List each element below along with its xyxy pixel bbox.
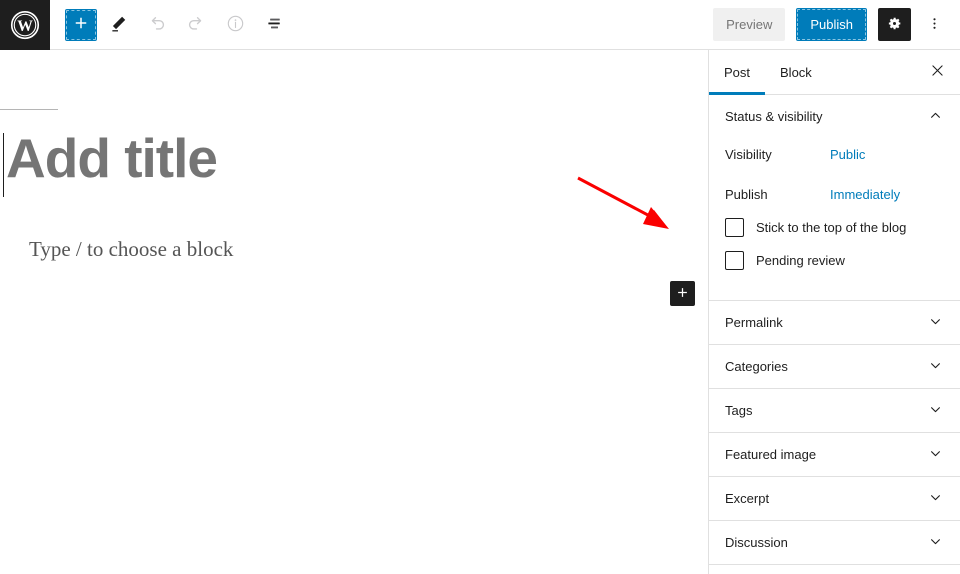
chevron-up-icon [927,107,944,127]
panel-title: Excerpt [725,491,927,506]
three-dots-vertical-icon [926,15,943,35]
pencil-icon [108,13,129,37]
redo-button[interactable] [178,7,214,43]
undo-button[interactable] [139,7,175,43]
sticky-post-label[interactable]: Stick to the top of the blog [756,220,906,235]
wordpress-block-editor: W [0,0,960,574]
preview-button[interactable]: Preview [713,8,785,41]
panel-tags-header[interactable]: Tags [709,389,960,432]
gear-icon [885,14,904,36]
panel-title: Featured image [725,447,927,462]
chevron-down-icon [927,445,944,465]
sidebar-tabs: Post Block [709,50,960,95]
info-circle-icon [225,13,246,37]
panel-categories: Categories [709,345,960,389]
pending-review-row: Pending review [725,251,944,270]
more-options-button[interactable] [922,8,946,41]
plus-icon [72,14,90,35]
add-block-button[interactable] [65,9,97,41]
details-button[interactable] [217,7,253,43]
settings-button[interactable] [878,8,911,41]
panel-title: Categories [725,359,927,374]
panel-title: Discussion [725,535,927,550]
svg-text:W: W [17,17,33,34]
sticky-post-checkbox[interactable] [725,218,744,237]
tools-button[interactable] [100,7,136,43]
undo-arrow-icon [146,12,168,37]
text-cursor [3,133,4,197]
panel-status-visibility-body: Visibility Public Publish Immediately St… [709,138,960,300]
pending-review-label[interactable]: Pending review [756,253,845,268]
panel-status-visibility-header[interactable]: Status & visibility [709,95,960,138]
list-view-icon [264,13,285,37]
chevron-down-icon [927,489,944,509]
visibility-row: Visibility Public [725,138,944,170]
publish-row: Publish Immediately [725,178,944,210]
close-x-icon [929,62,946,82]
sticky-post-row: Stick to the top of the blog [725,218,944,237]
panel-status-visibility: Status & visibility Visibility Public Pu… [709,95,960,301]
block-inserter-button[interactable] [670,281,695,306]
panel-excerpt-header[interactable]: Excerpt [709,477,960,520]
tab-post[interactable]: Post [709,50,765,94]
post-title-input[interactable]: Add title [6,128,217,189]
toolbar-left-group [50,7,292,43]
visibility-label: Visibility [725,147,830,162]
visibility-value-button[interactable]: Public [830,147,865,162]
tab-block[interactable]: Block [765,50,827,94]
panel-categories-header[interactable]: Categories [709,345,960,388]
panel-featured-image-header[interactable]: Featured image [709,433,960,476]
panel-permalink-header[interactable]: Permalink [709,301,960,344]
default-block-placeholder[interactable]: Type / to choose a block [29,237,233,262]
panel-discussion: Discussion [709,521,960,565]
publish-label: Publish [725,187,830,202]
panel-featured-image: Featured image [709,433,960,477]
wordpress-logo-icon[interactable]: W [0,0,50,50]
pending-review-checkbox[interactable] [725,251,744,270]
close-sidebar-button[interactable] [922,57,952,87]
chevron-down-icon [927,313,944,333]
chevron-down-icon [927,357,944,377]
post-settings-sidebar: Post Block Status & visibility [708,50,960,574]
publish-value-button[interactable]: Immediately [830,187,900,202]
editor-top-toolbar: W [0,0,960,50]
panel-title: Status & visibility [725,109,927,124]
panel-title: Tags [725,403,927,418]
panel-discussion-header[interactable]: Discussion [709,521,960,564]
panel-permalink: Permalink [709,301,960,345]
panel-title: Permalink [725,315,927,330]
redo-arrow-icon [185,12,207,37]
publish-button[interactable]: Publish [796,8,867,41]
list-view-button[interactable] [256,7,292,43]
panel-tags: Tags [709,389,960,433]
title-divider [0,109,58,110]
chevron-down-icon [927,401,944,421]
plus-icon [675,285,690,303]
toolbar-right-group: Preview Publish [713,8,960,41]
editor-canvas: Add title Type / to choose a block [0,50,708,574]
panel-excerpt: Excerpt [709,477,960,521]
chevron-down-icon [927,533,944,553]
